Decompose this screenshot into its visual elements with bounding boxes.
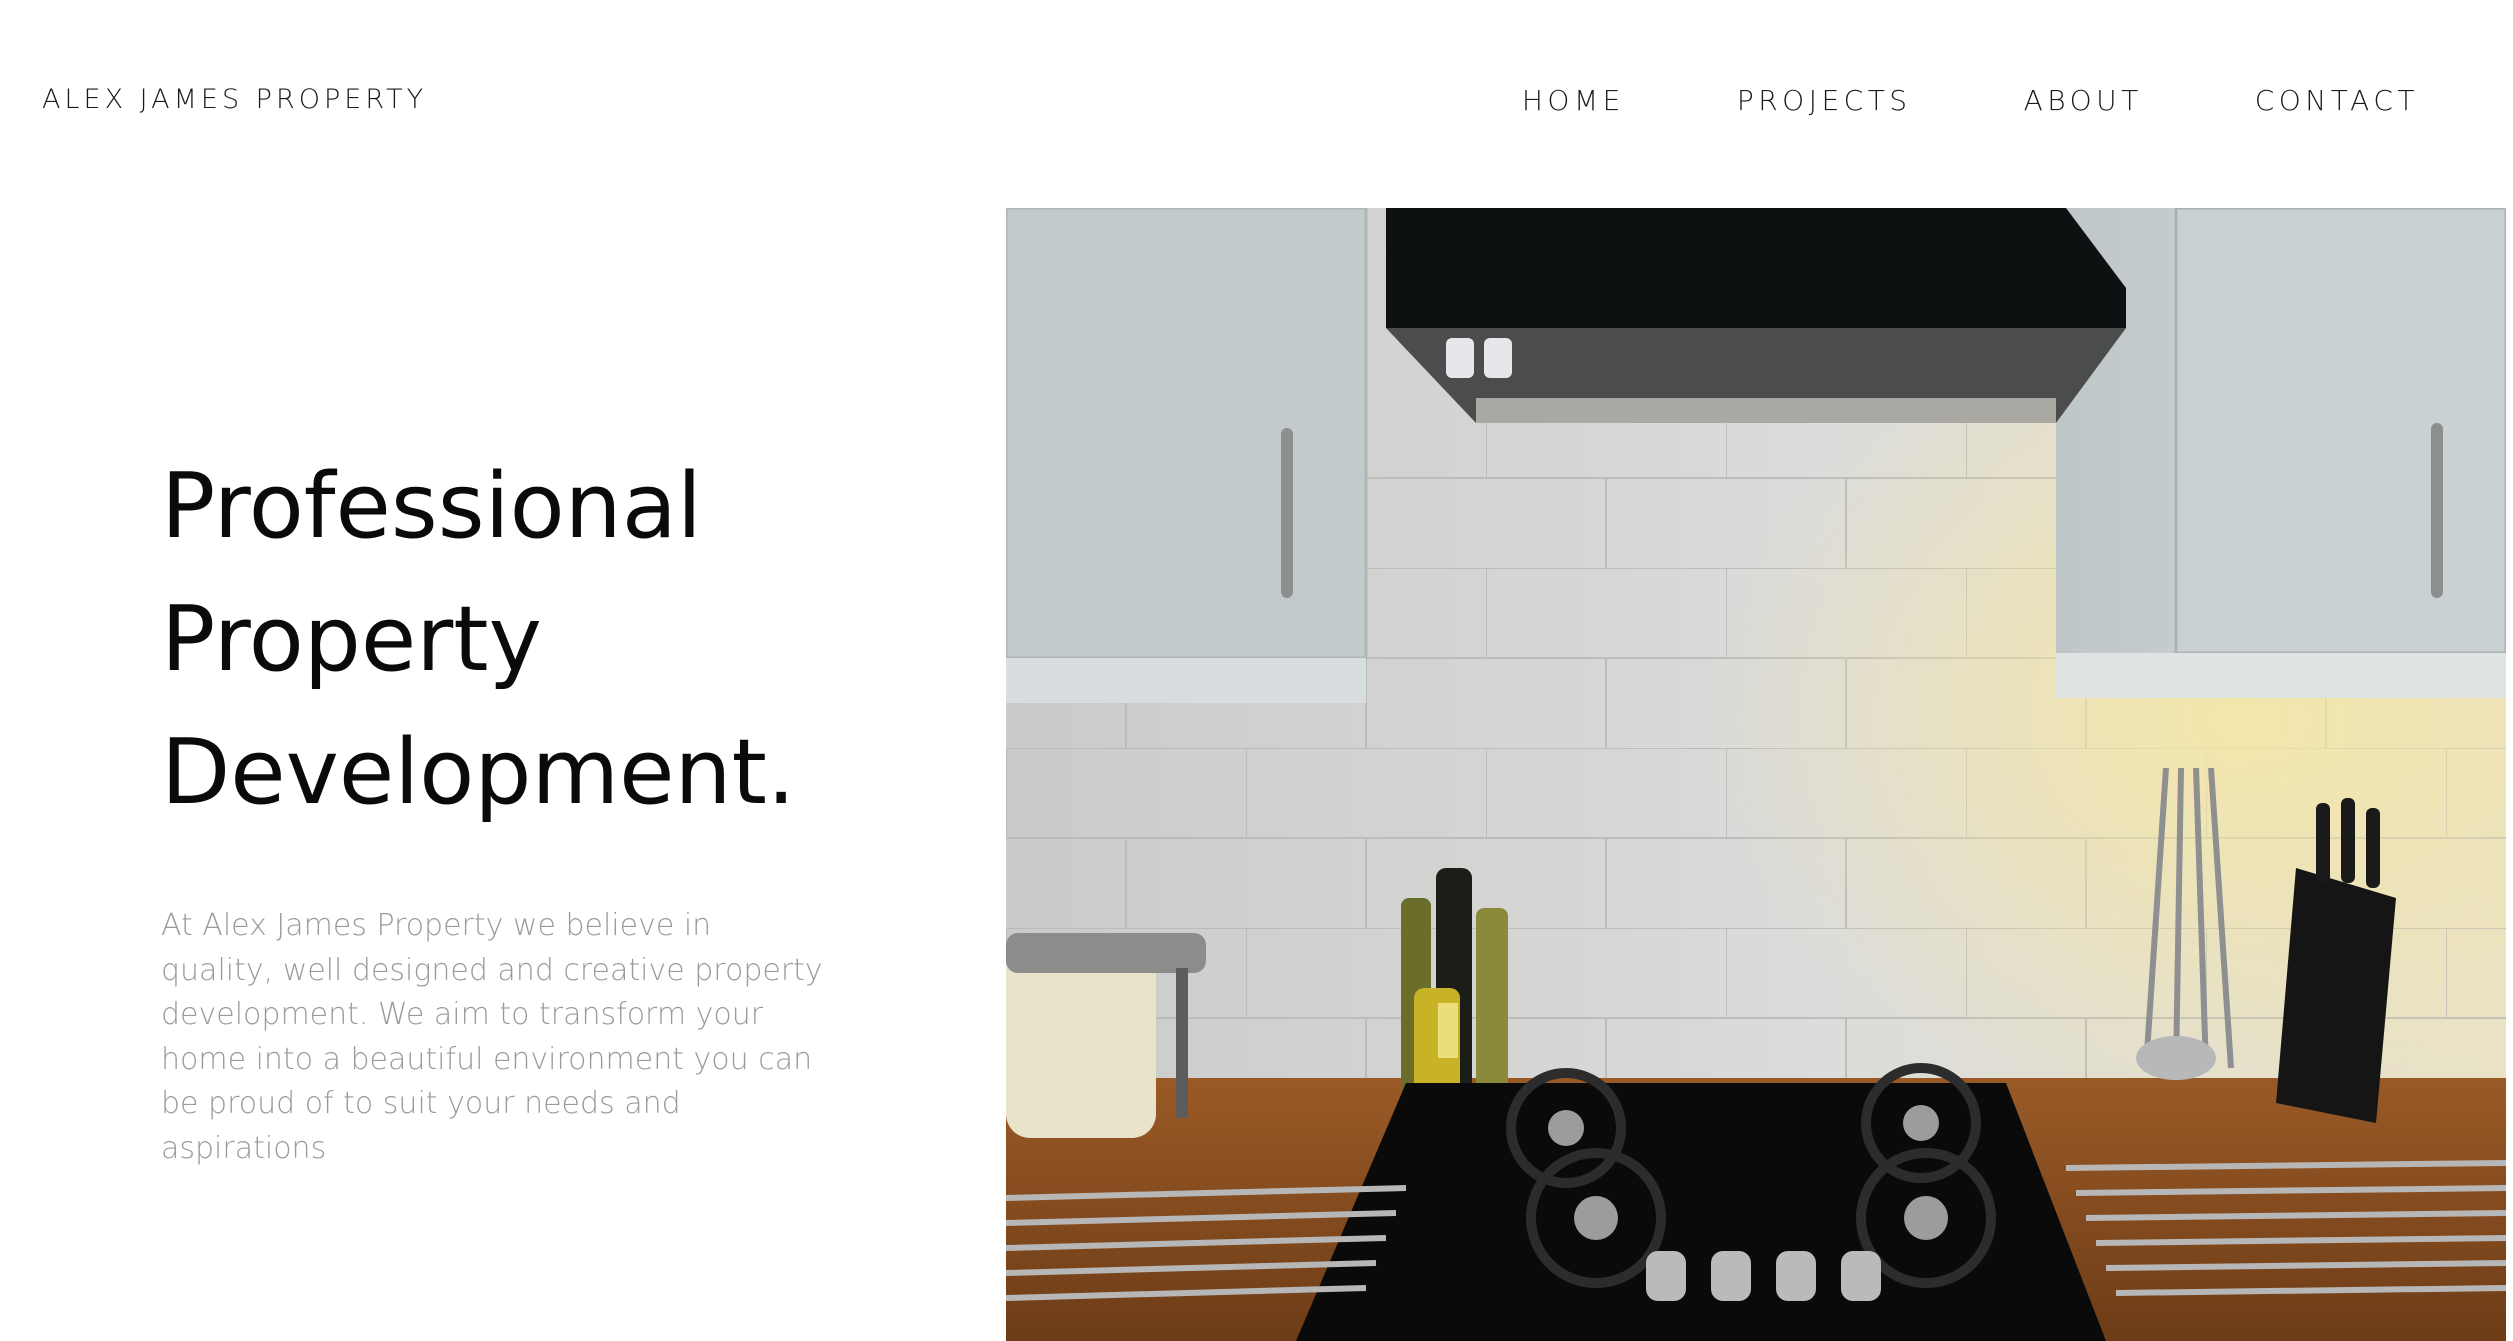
main-nav: HOME PROJECTS ABOUT CONTACT <box>1410 84 2419 117</box>
hero-description: At Alex James Property we believe in qua… <box>161 908 823 1166</box>
hero-title-line: Property <box>161 587 542 692</box>
hero-title: Professional Property Development. <box>161 440 795 839</box>
hero-title-line: Professional <box>161 454 702 559</box>
nav-about[interactable]: ABOUT <box>2024 84 2143 117</box>
brand-logo[interactable]: ALEX JAMES PROPERTY <box>42 84 427 115</box>
nav-projects[interactable]: PROJECTS <box>1737 84 1912 117</box>
nav-home[interactable]: HOME <box>1522 84 1625 117</box>
kitchen-photo <box>1006 208 2506 1341</box>
hero-title-line: Development. <box>161 720 796 825</box>
kitchen-illustration <box>1006 208 2506 1341</box>
nav-contact[interactable]: CONTACT <box>2255 84 2419 117</box>
